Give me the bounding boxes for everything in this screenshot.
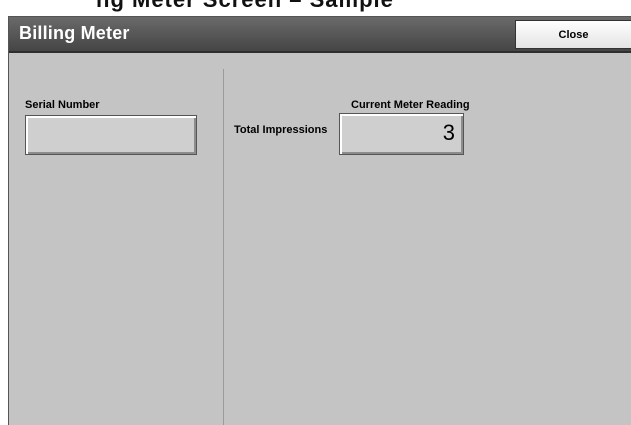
billing-meter-screen: Billing Meter Close Serial Number Curren…: [8, 16, 631, 425]
total-impressions-value: 3: [442, 120, 455, 145]
total-impressions-field: 3: [339, 113, 464, 155]
title-bar: Billing Meter Close: [9, 17, 631, 53]
serial-number-field: [25, 115, 197, 155]
panel-divider: [223, 69, 224, 425]
total-impressions-label: Total Impressions: [234, 124, 328, 136]
serial-number-label: Serial Number: [25, 99, 100, 111]
device-screen-frame: ng Meter Screen – Sample Billing Meter C…: [0, 0, 631, 425]
cropped-caption: ng Meter Screen – Sample: [0, 0, 631, 16]
close-button[interactable]: Close: [515, 20, 631, 49]
cropped-caption-text: ng Meter Screen – Sample: [96, 0, 394, 13]
current-meter-reading-heading: Current Meter Reading: [351, 99, 470, 111]
screen-title: Billing Meter: [19, 23, 130, 43]
